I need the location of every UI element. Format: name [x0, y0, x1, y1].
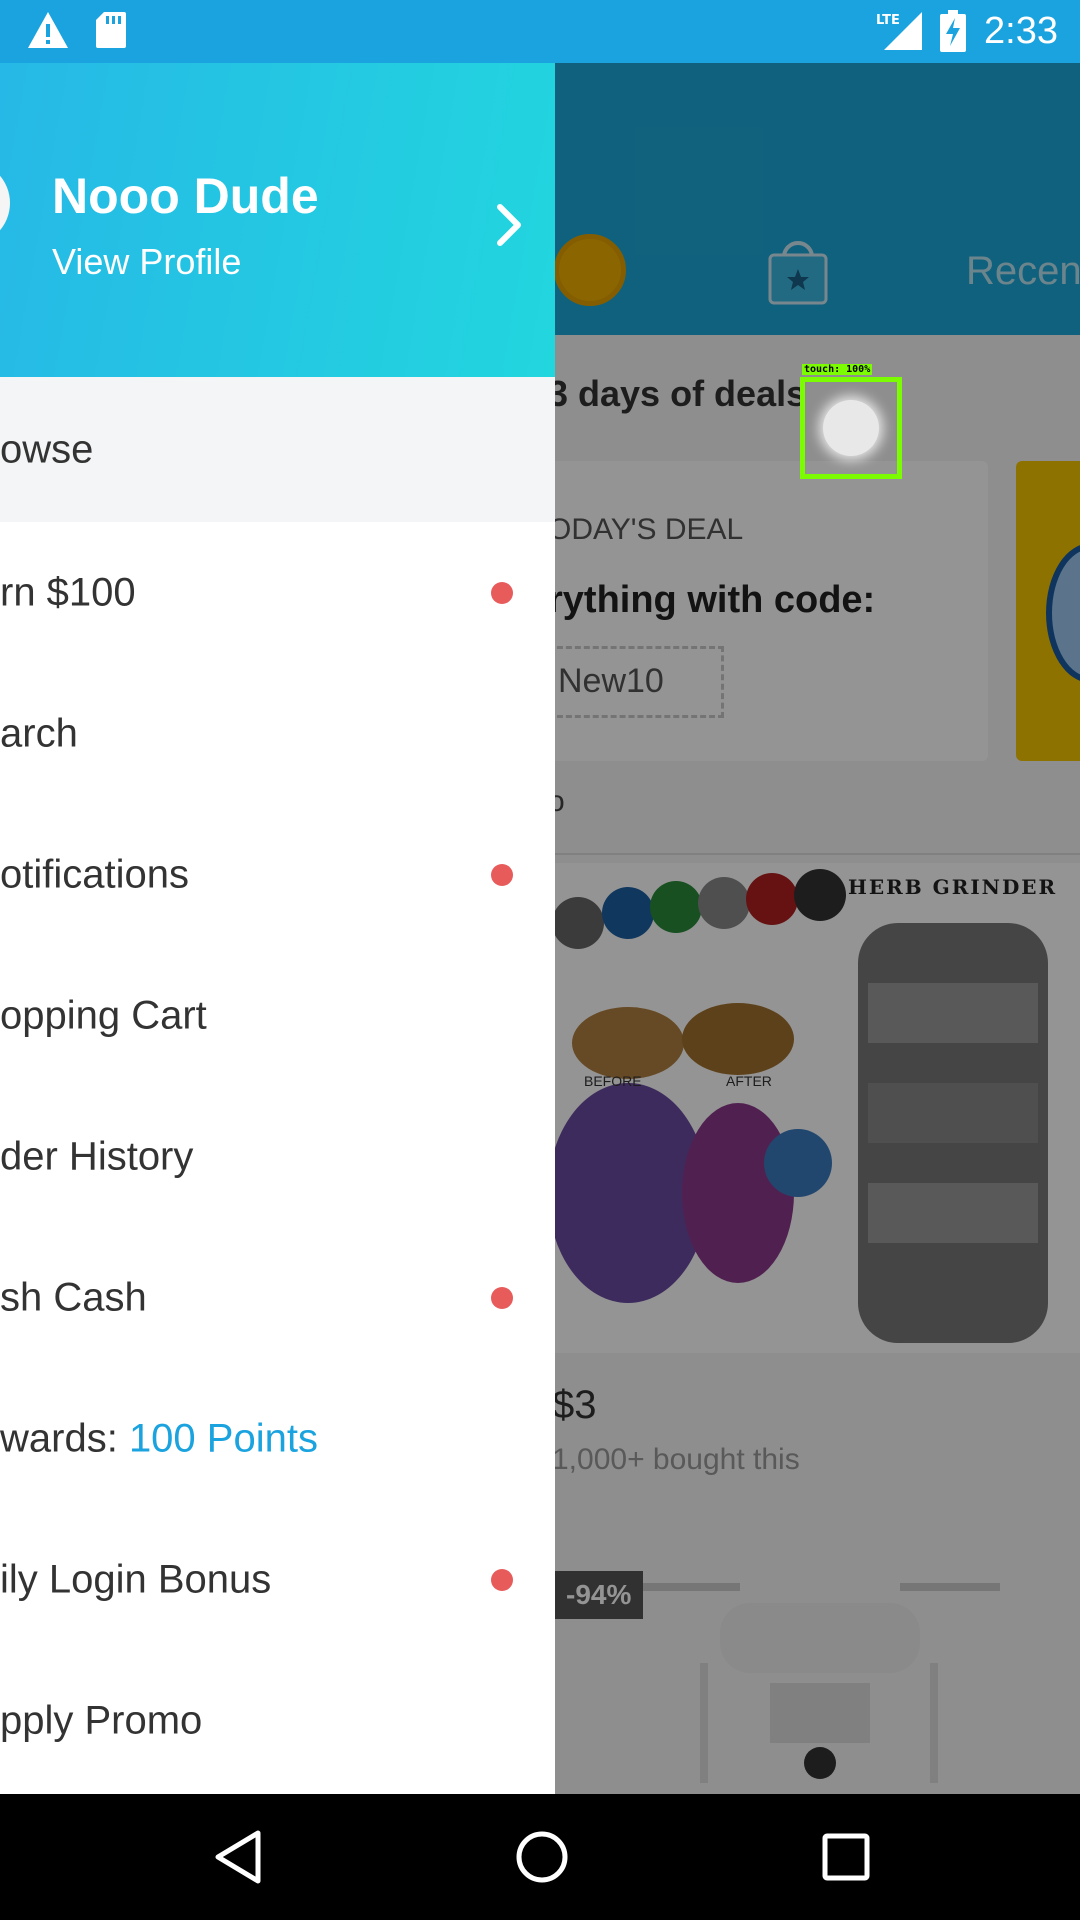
touch-indicator-dot: [823, 400, 879, 456]
warning-icon: [26, 10, 70, 55]
menu-item-shopping-cart[interactable]: opping Cart: [0, 945, 555, 1086]
menu-item-label: wards: 100 Points: [0, 1416, 318, 1461]
menu-item-label: arch: [0, 711, 78, 755]
menu-item-label: ily Login Bonus: [0, 1557, 272, 1601]
notification-dot: [491, 581, 513, 604]
menu-item-apply-promo[interactable]: pply Promo: [0, 1650, 555, 1791]
svg-text:LTE: LTE: [876, 13, 900, 28]
menu-item-earn[interactable]: rn $100: [0, 522, 555, 663]
lte-signal-icon: LTE: [872, 10, 924, 57]
menu-item-rewards[interactable]: wards: 100 Points: [0, 1368, 555, 1509]
avatar: [0, 161, 10, 245]
home-icon[interactable]: [514, 1827, 570, 1892]
menu-item-label: otifications: [0, 852, 189, 896]
menu-item-notifications[interactable]: otifications: [0, 804, 555, 945]
status-bar: LTE 2:33: [0, 0, 1080, 63]
menu-item-label: sh Cash: [0, 1275, 147, 1319]
rewards-points: 100 Points: [128, 1416, 318, 1460]
notification-dot: [491, 1568, 513, 1591]
battery-charging-icon: [940, 10, 966, 57]
notification-dot: [491, 863, 513, 886]
menu-item-label: opping Cart: [0, 993, 207, 1037]
menu-item-wish-cash[interactable]: sh Cash: [0, 1227, 555, 1368]
touch-indicator-label: touch: 100%: [802, 364, 873, 375]
chevron-right-icon[interactable]: [494, 203, 524, 252]
menu-item-order-history[interactable]: der History: [0, 1086, 555, 1227]
menu-item-label: owse: [0, 427, 94, 471]
menu-item-label: rn $100: [0, 570, 136, 614]
menu-item-label: pply Promo: [0, 1698, 203, 1742]
drawer-scrim[interactable]: [555, 63, 1080, 1794]
user-name: Nooo Dude: [52, 168, 319, 224]
status-time: 2:33: [984, 10, 1058, 52]
notification-dot: [491, 1286, 513, 1309]
navigation-drawer: Nooo Dude View Profile owse rn $100 arch…: [0, 63, 555, 1794]
menu-item-daily-login-bonus[interactable]: ily Login Bonus: [0, 1509, 555, 1650]
recents-icon[interactable]: [818, 1827, 874, 1892]
back-icon[interactable]: [210, 1827, 266, 1892]
menu-item-label: der History: [0, 1134, 194, 1178]
drawer-menu: owse rn $100 arch otifications opping Ca…: [0, 377, 555, 1791]
rewards-label: wards:: [0, 1416, 129, 1460]
sd-card-icon: [94, 10, 128, 55]
drawer-header[interactable]: Nooo Dude View Profile: [0, 63, 555, 377]
menu-item-search[interactable]: arch: [0, 663, 555, 804]
system-nav-bar: [0, 1794, 1080, 1920]
view-profile-link[interactable]: View Profile: [52, 241, 241, 283]
menu-item-browse[interactable]: owse: [0, 377, 555, 522]
